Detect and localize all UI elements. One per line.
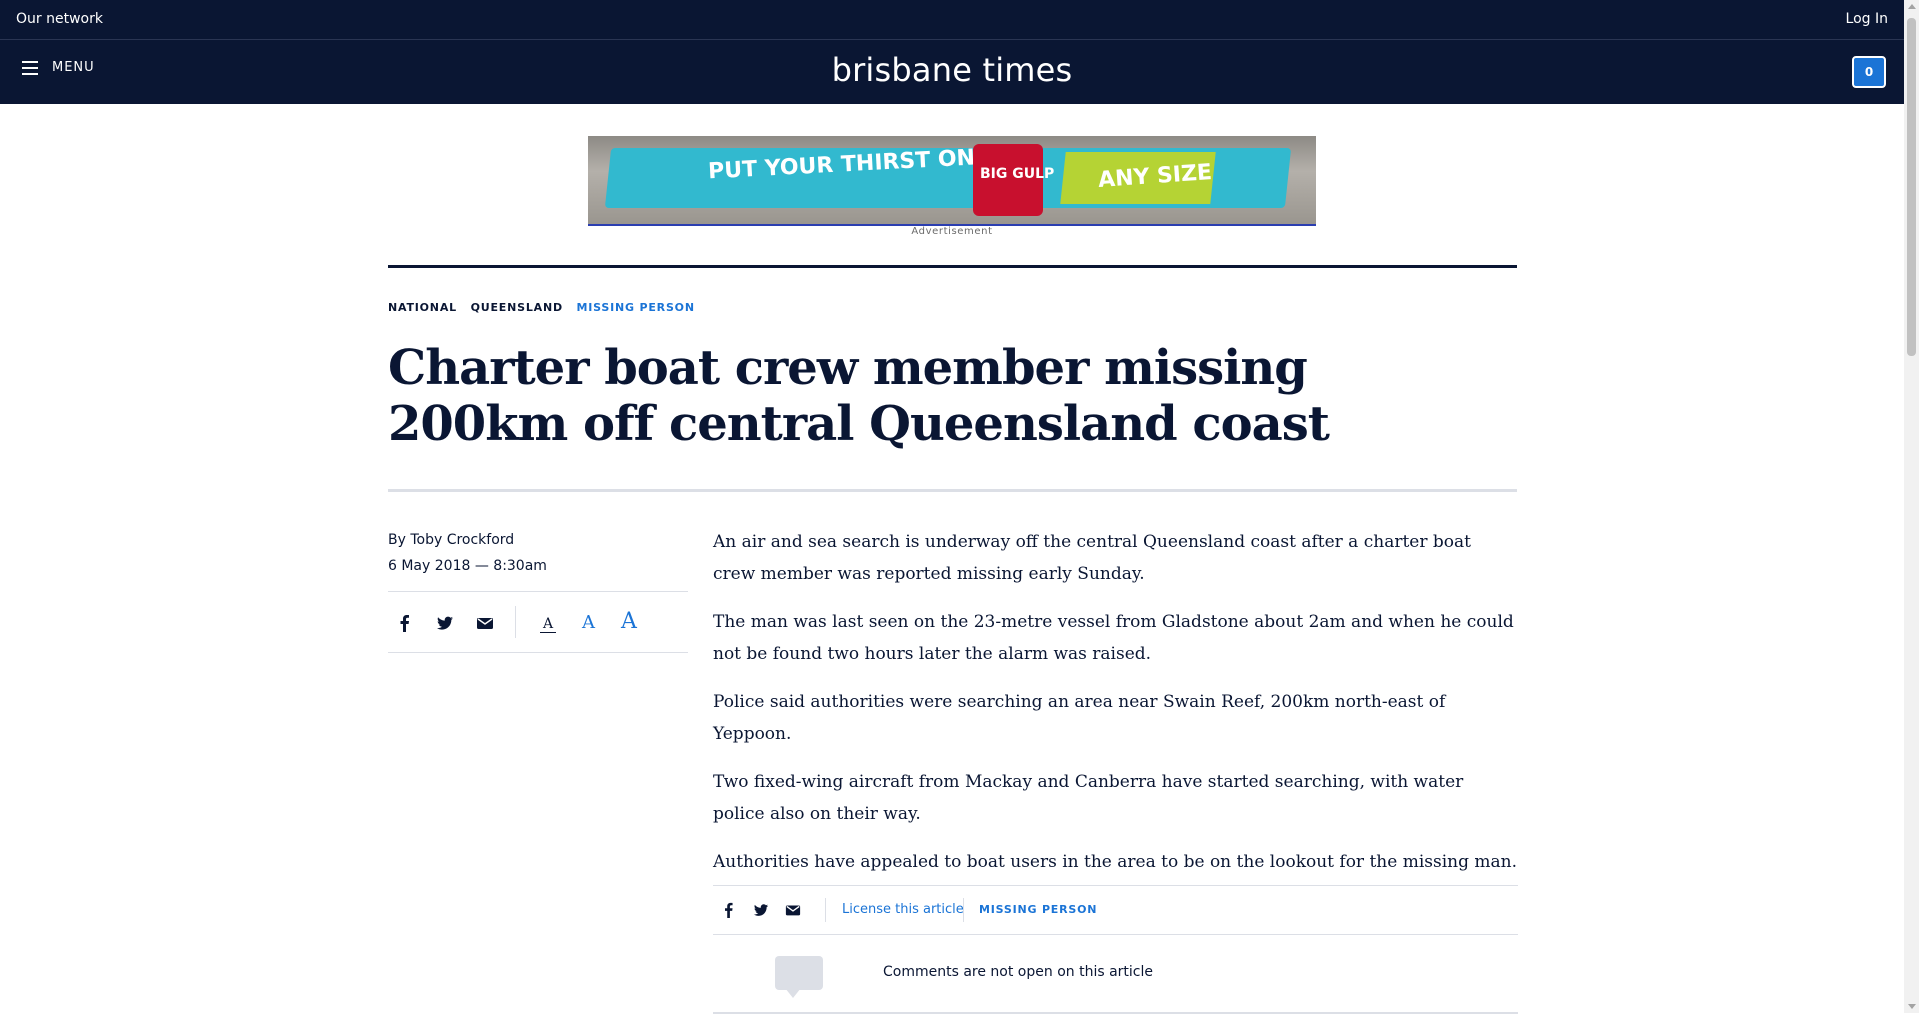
network-bar: Our network Log In <box>0 0 1904 40</box>
facebook-icon[interactable] <box>721 902 737 918</box>
license-article-link[interactable]: License this article <box>842 902 964 917</box>
missing-person-tag-link[interactable]: MISSING PERSON <box>979 903 1097 916</box>
footer-separator <box>963 898 964 922</box>
scrollbar-thumb[interactable] <box>1907 18 1916 356</box>
publish-date: 6 May 2018 — 8:30am <box>388 558 547 574</box>
article-paragraph: The man was last seen on the 23-metre ve… <box>713 612 1514 664</box>
share-separator <box>515 606 516 638</box>
font-size-large-button[interactable]: A <box>621 609 637 634</box>
page-scrollbar[interactable] <box>1904 0 1919 1013</box>
article-top-rule <box>388 265 1517 268</box>
article-body: An air and sea search is underway off th… <box>713 526 1518 894</box>
author-name[interactable]: By Toby Crockford <box>388 527 547 553</box>
article-paragraph: Two fixed-wing aircraft from Mackay and … <box>713 772 1464 824</box>
footer-separator <box>825 898 826 922</box>
comments-section: Comments are not open on this article <box>713 934 1518 1014</box>
breadcrumb-missing-person[interactable]: MISSING PERSON <box>577 301 695 314</box>
scroll-up-arrow[interactable] <box>1908 4 1916 9</box>
breadcrumb-national[interactable]: NATIONAL <box>388 301 457 314</box>
article-headline: Charter boat crew member missing 200km o… <box>388 340 1330 452</box>
font-size-medium-button[interactable]: A <box>582 612 595 633</box>
font-size-small-button[interactable]: A <box>540 616 557 633</box>
advertisement-label: Advertisement <box>911 226 993 237</box>
ad-banner-image[interactable]: PUT YOUR THIRST ON ICE. BIG GULP ANY SIZ… <box>588 136 1316 226</box>
scroll-down-arrow[interactable] <box>1908 1004 1916 1009</box>
facebook-icon[interactable] <box>396 614 414 632</box>
advertisement[interactable]: PUT YOUR THIRST ON ICE. BIG GULP ANY SIZ… <box>588 136 1316 237</box>
breadcrumb: NATIONAL QUEENSLAND MISSING PERSON <box>388 301 704 314</box>
comments-closed-notice: Comments are not open on this article <box>883 964 1153 980</box>
article-paragraph: An air and sea search is underway off th… <box>713 532 1471 584</box>
share-toolbar: A A A <box>388 591 688 653</box>
comment-bubble-icon <box>775 956 823 990</box>
twitter-icon[interactable] <box>436 614 454 632</box>
article-paragraph: Authorities have appealed to boat users … <box>713 852 1517 872</box>
headline-divider <box>388 489 1517 492</box>
site-logo[interactable]: brisbane times <box>0 51 1904 89</box>
site-header: MENU brisbane times 0 <box>0 40 1904 104</box>
email-icon[interactable] <box>476 614 494 632</box>
login-link[interactable]: Log In <box>1846 11 1888 27</box>
email-icon[interactable] <box>785 902 801 918</box>
ad-cup-text: BIG GULP <box>980 166 1055 182</box>
cart-count-badge[interactable]: 0 <box>1852 56 1886 88</box>
breadcrumb-queensland[interactable]: QUEENSLAND <box>471 301 563 314</box>
article-paragraph: Police said authorities were searching a… <box>713 692 1446 744</box>
article-footer-toolbar: License this article MISSING PERSON <box>713 885 1518 935</box>
byline: By Toby Crockford 6 May 2018 — 8:30am <box>388 527 547 579</box>
our-network-link[interactable]: Our network <box>16 11 103 27</box>
twitter-icon[interactable] <box>753 902 769 918</box>
